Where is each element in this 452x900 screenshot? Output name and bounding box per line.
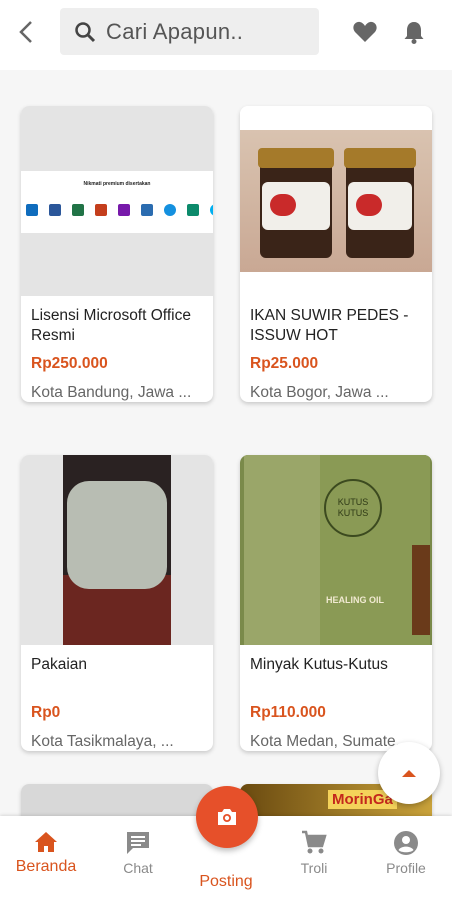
skype-icon [210,204,213,216]
cart-icon [302,830,327,854]
product-card[interactable]: Pakaian Rp0 Kota Tasikmalaya, ... [21,455,213,751]
product-price: Rp25.000 [250,355,319,372]
jars-photo [240,130,432,272]
heart-icon [353,21,377,42]
scroll-top-button[interactable] [378,742,440,804]
product-card[interactable]: KUTUS KUTUS HEALING OIL Minyak Kutus-Kut… [240,455,432,751]
chat-icon [127,832,149,854]
nav-profile[interactable]: Profile [366,830,446,876]
camera-icon [218,809,236,825]
office-apps-banner: Nikmati premium disertakan [21,171,213,233]
product-image: KUTUS KUTUS HEALING OIL [240,455,432,645]
powerpoint-icon [95,204,107,216]
notification-button[interactable] [400,18,428,46]
outlook-icon [26,204,38,216]
product-title: IKAN SUWIR PEDES - ISSUW HOT [250,307,409,344]
product-location: Kota Bandung, Jawa ... [31,384,192,401]
search-placeholder: Cari Apapun.. [106,18,244,44]
nav-troli[interactable]: Troli [274,830,354,876]
product-image [21,455,213,645]
product-card[interactable]: Nikmati premium disertakan Lisensi Micro… [21,106,213,402]
pillow-photo [63,455,171,645]
nav-label: Beranda [15,858,77,875]
posting-label[interactable]: Posting [180,873,272,891]
account-circle-icon [394,831,418,855]
product-location: Kota Tasikmalaya, ... [31,733,174,750]
oil-bottle [244,455,320,645]
word-icon [49,204,61,216]
nav-label: Troli [300,860,328,876]
product-title: Minyak Kutus-Kutus [250,656,388,673]
banner-caption: Nikmati premium disertakan [83,181,151,187]
oil-box: KUTUS KUTUS HEALING OIL [320,455,430,645]
onedrive-icon [164,204,176,216]
product-image: Nikmati premium disertakan [21,106,213,296]
teams-icon [141,204,153,216]
posting-button[interactable] [196,786,258,848]
home-icon [35,832,57,852]
caret-up-icon [402,770,416,777]
healing-oil-label: HEALING OIL [326,595,384,605]
product-price: Rp250.000 [31,355,108,372]
product-price: Rp0 [31,704,61,721]
product-card[interactable]: IKAN SUWIR PEDES - ISSUW HOT Rp25.000 Ko… [240,106,432,402]
top-app-bar: Cari Apapun.. [0,0,452,70]
product-image [240,106,432,296]
defender-icon [187,204,199,216]
excel-icon [72,204,84,216]
chevron-left-icon [19,21,32,43]
nav-label: Profile [386,860,426,876]
search-input[interactable]: Cari Apapun.. [60,8,319,55]
bell-icon [404,22,424,44]
product-price: Rp110.000 [250,704,326,721]
onenote-icon [118,204,130,216]
back-button[interactable] [12,18,40,46]
nav-chat[interactable]: Chat [98,830,178,876]
product-title: Lisensi Microsoft Office Resmi [31,307,191,344]
wishlist-button[interactable] [351,18,379,46]
product-location: Kota Bogor, Jawa ... [250,384,389,401]
product-title: Pakaian [31,656,88,673]
nav-beranda[interactable]: Beranda [6,830,86,876]
brand-seal: KUTUS KUTUS [324,479,382,537]
search-icon [75,21,96,42]
nav-label: Chat [123,860,153,876]
